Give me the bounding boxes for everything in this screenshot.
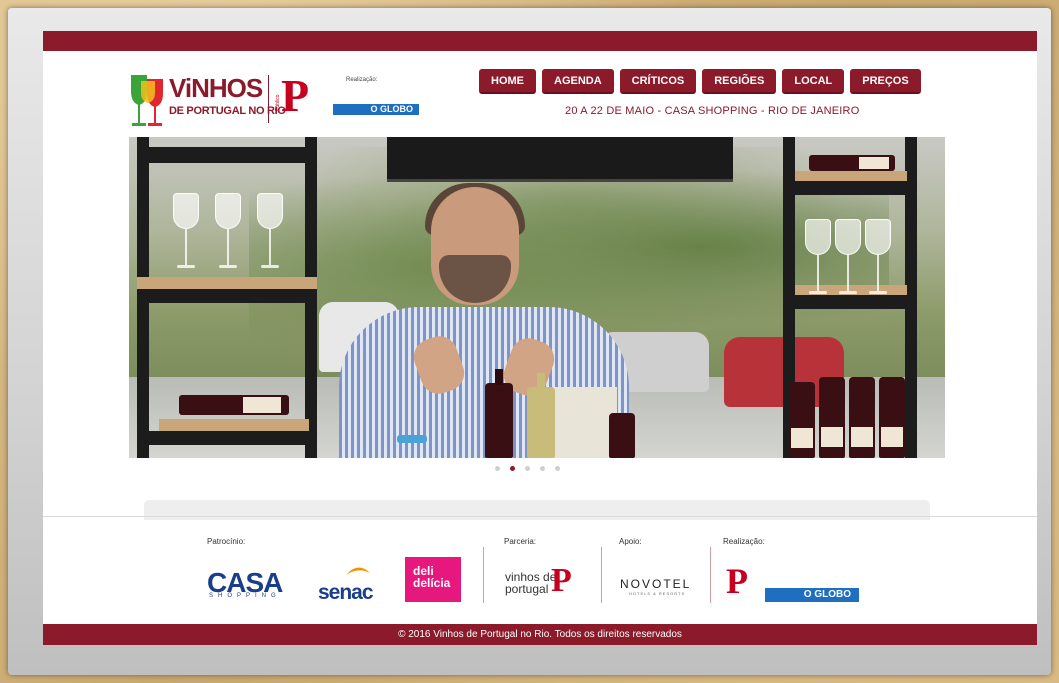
nav-regioes[interactable]: REGIÕES bbox=[702, 69, 777, 94]
wine-bottle bbox=[789, 382, 815, 458]
patrocinio-label: Patrocínio: bbox=[207, 537, 246, 546]
wine-glass-icon bbox=[257, 193, 283, 273]
footer-oglobo-logo[interactable]: O GLOBO bbox=[765, 588, 859, 602]
nav-precos[interactable]: PREÇOS bbox=[850, 69, 921, 94]
slider-dot[interactable] bbox=[555, 466, 560, 471]
wine-glass-icon bbox=[865, 219, 891, 299]
wine-bottle bbox=[527, 373, 555, 458]
apoio-label: Apoio: bbox=[619, 537, 642, 546]
slider-pagination bbox=[495, 466, 560, 471]
novotel-logo[interactable]: NOVOTEL bbox=[620, 577, 691, 591]
right-shelf-plank bbox=[795, 171, 907, 181]
slider-dot-active[interactable] bbox=[510, 466, 515, 471]
casa-shopping-sub: SHOPPING bbox=[209, 593, 281, 599]
main-nav: HOME AGENDA CRÍTICOS REGIÕES LOCAL PREÇO… bbox=[479, 69, 921, 94]
parceria-label: Parceria: bbox=[504, 537, 537, 546]
event-dates: 20 A 22 DE MAIO - CASA SHOPPING - RIO DE… bbox=[565, 105, 860, 117]
wine-glasses-icon bbox=[131, 75, 163, 126]
nav-criticos[interactable]: CRÍTICOS bbox=[619, 69, 697, 94]
realizacao-label: Realização: bbox=[346, 77, 378, 83]
hero-slide-image[interactable] bbox=[129, 137, 945, 458]
senac-mark-icon bbox=[346, 567, 370, 575]
left-shelf-bar bbox=[137, 147, 317, 163]
oglobo-text: O GLOBO bbox=[370, 104, 414, 114]
footer-oglobo-text: O GLOBO bbox=[803, 589, 851, 600]
realizacao-footer-label: Realização: bbox=[723, 537, 765, 546]
right-shelf-bar bbox=[783, 181, 917, 195]
wine-glass-icon bbox=[835, 219, 861, 299]
left-shelf-bar bbox=[137, 431, 317, 445]
footer-divider bbox=[43, 516, 1037, 517]
wine-box bbox=[549, 387, 617, 458]
senac-logo[interactable]: senac bbox=[318, 581, 374, 605]
logo-title: ViNHOS bbox=[169, 73, 263, 103]
left-shelf-plank bbox=[137, 277, 317, 289]
vinhos-logo[interactable]: ViNHOS DE PORTUGAL NO RIO bbox=[129, 71, 286, 129]
wine-glass-icon bbox=[173, 193, 199, 273]
wine-bottle bbox=[609, 413, 635, 458]
lying-bottle bbox=[179, 395, 289, 415]
sponsor-divider bbox=[710, 547, 711, 603]
copyright-text: © 2016 Vinhos de Portugal no Rio. Todos … bbox=[398, 629, 682, 640]
slider-dot[interactable] bbox=[525, 466, 530, 471]
sponsor-divider bbox=[601, 547, 602, 603]
content-panel bbox=[144, 500, 930, 520]
wine-glass-icon bbox=[805, 219, 831, 299]
hero-screen bbox=[387, 137, 733, 182]
wine-glass-icon bbox=[215, 193, 241, 273]
left-shelf-bar bbox=[137, 289, 317, 303]
nav-agenda[interactable]: AGENDA bbox=[542, 69, 614, 94]
header-divider bbox=[268, 75, 269, 123]
wine-bottle bbox=[819, 377, 845, 458]
footer-publico-logo[interactable]: P bbox=[726, 561, 748, 601]
vinhos-de-portugal-logo[interactable]: vinhos de portugal bbox=[505, 571, 556, 595]
nav-home[interactable]: HOME bbox=[479, 69, 536, 94]
lying-bottle bbox=[809, 155, 895, 171]
wine-bottle bbox=[849, 377, 875, 458]
oglobo-logo[interactable]: O GLOBO bbox=[333, 104, 419, 115]
wine-bottle bbox=[485, 369, 513, 458]
vinhos-de-portugal-line2: portugal bbox=[505, 582, 549, 596]
slider-dot[interactable] bbox=[540, 466, 545, 471]
nav-local[interactable]: LOCAL bbox=[782, 69, 845, 94]
slider-dot[interactable] bbox=[495, 466, 500, 471]
left-shelf-plank bbox=[159, 419, 309, 431]
deli-line2: delícia bbox=[413, 576, 451, 590]
wine-bottle bbox=[879, 377, 905, 458]
novotel-sub: HOTELS & RESORTS bbox=[629, 591, 686, 596]
sponsor-divider bbox=[483, 547, 484, 603]
partner-publico-logo: P bbox=[551, 562, 572, 599]
publico-logo[interactable]: P bbox=[281, 71, 309, 121]
deli-delicia-logo[interactable]: deli delícia bbox=[405, 557, 461, 602]
top-bar bbox=[43, 31, 1037, 51]
browser-viewport: ViNHOS DE PORTUGAL NO RIO Público P Real… bbox=[43, 31, 1037, 645]
